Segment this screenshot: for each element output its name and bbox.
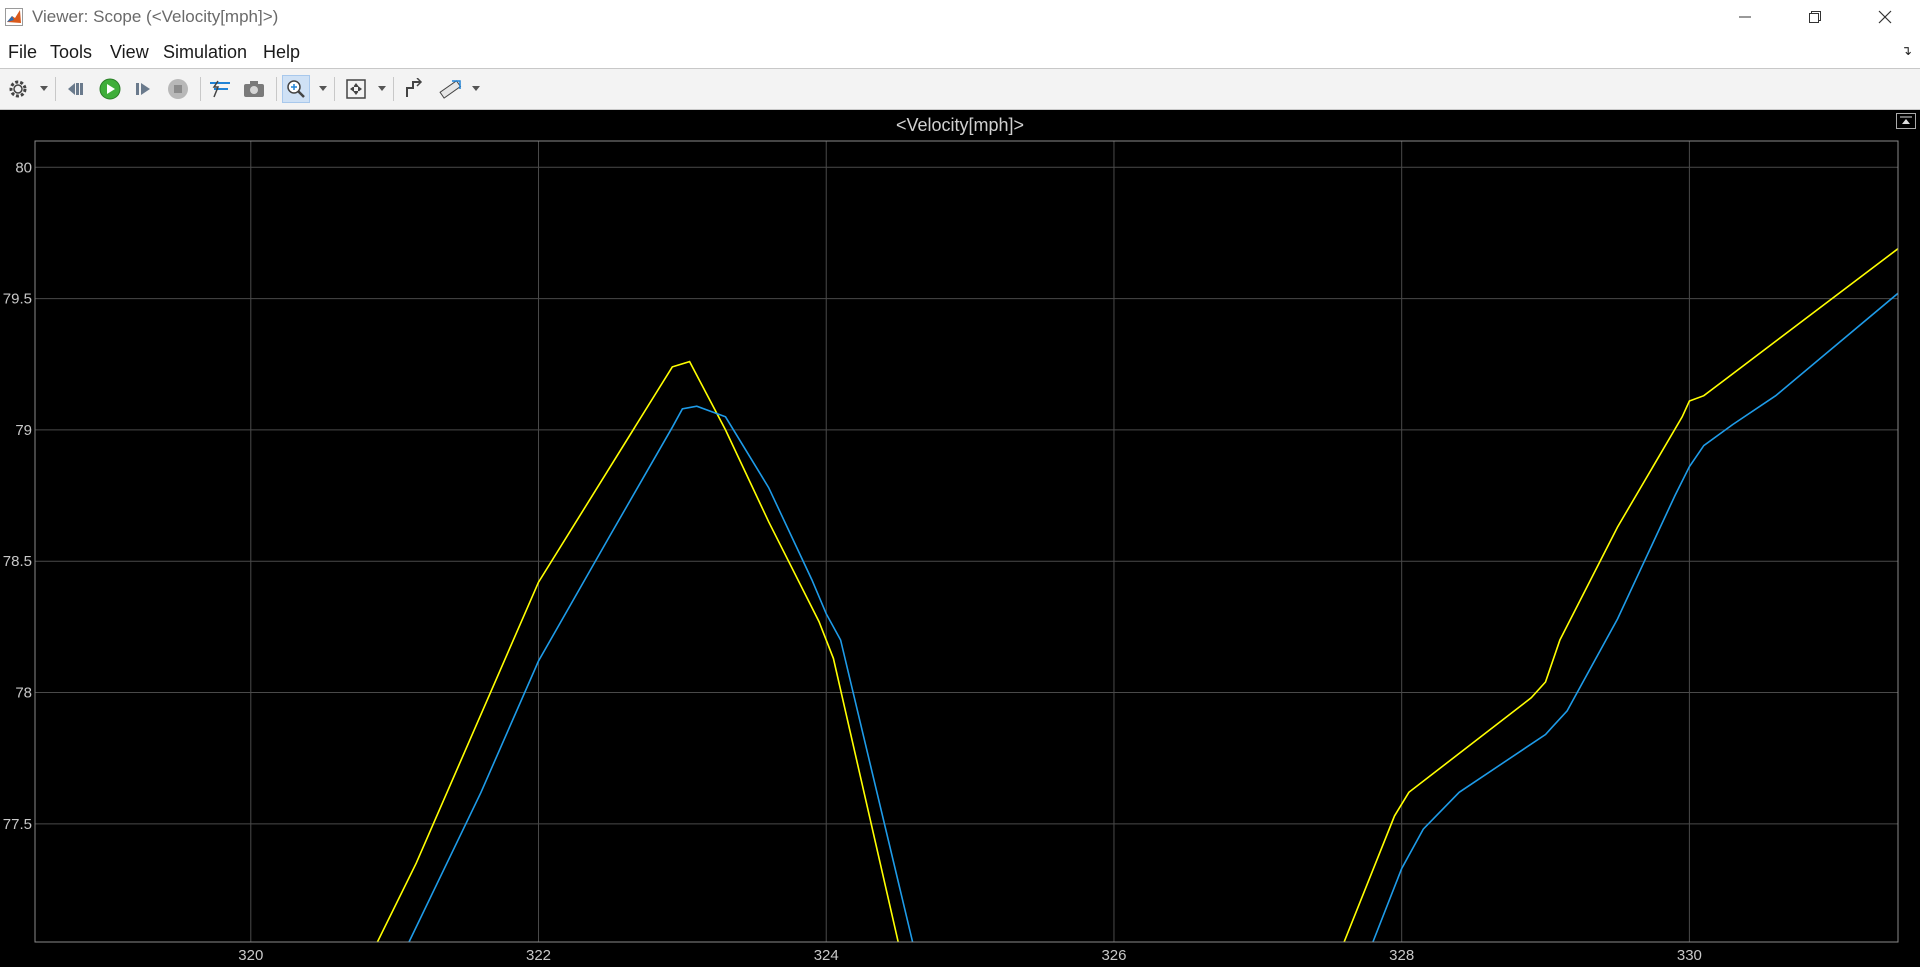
y-tick-label: 80: [15, 159, 32, 176]
y-tick-label: 78: [15, 685, 32, 702]
autoscale-button[interactable]: [342, 75, 370, 103]
settings-button[interactable]: [4, 75, 32, 103]
matlab-logo-icon: [5, 8, 23, 26]
step-back-icon: [68, 83, 83, 95]
y-tick-label: 77.5: [3, 816, 32, 833]
x-tick-label: 320: [238, 947, 263, 964]
measure-dropdown[interactable]: [472, 86, 480, 91]
scope-display: <Velocity[mph]> 320 322 324 326 328 330 77.5 78…: [0, 110, 1920, 967]
window-title: Viewer: Scope (<Velocity[mph]>): [32, 7, 279, 26]
minimize-button[interactable]: [1710, 0, 1780, 34]
step-forward-button[interactable]: [130, 75, 158, 103]
toolbar: [0, 68, 1920, 110]
title-bar: Viewer: Scope (<Velocity[mph]>): [0, 0, 1920, 34]
settings-icon: [9, 80, 27, 98]
axes-frame: [34, 140, 1899, 943]
grid-lines: [35, 141, 1898, 942]
snapshot-button[interactable]: [240, 75, 268, 103]
y-tick-label: 79.5: [3, 291, 32, 308]
step-forward-icon: [136, 83, 150, 95]
x-tick-label: 326: [1101, 947, 1126, 964]
menu-bar: File Tools View Simulation Help ↴: [0, 34, 1920, 68]
restore-button[interactable]: [1780, 0, 1850, 34]
zoom-button[interactable]: [282, 75, 310, 103]
x-tick-label: 324: [814, 947, 839, 964]
zoom-dropdown[interactable]: [319, 86, 327, 91]
x-tick-label: 322: [526, 947, 551, 964]
x-tick-label: 330: [1677, 947, 1702, 964]
measure-icon: [439, 80, 462, 99]
menu-help[interactable]: Help: [263, 42, 300, 63]
plot-series: [376, 248, 1898, 942]
close-icon: [1878, 10, 1892, 24]
toolbar-separator: [200, 77, 201, 101]
toolbar-separator: [334, 77, 335, 101]
menu-file[interactable]: File: [8, 42, 37, 63]
toolbar-separator: [276, 77, 277, 101]
measure-button[interactable]: [436, 75, 464, 103]
minimize-icon: [1739, 16, 1751, 18]
x-tick-label: 328: [1389, 947, 1414, 964]
menu-simulation[interactable]: Simulation: [163, 42, 247, 63]
stop-button[interactable]: [164, 75, 192, 103]
y-tick-label: 79: [15, 422, 32, 439]
style-button[interactable]: [400, 75, 428, 103]
series-line-yellow: [376, 248, 1898, 942]
run-icon: [99, 78, 121, 100]
run-button[interactable]: [96, 75, 124, 103]
autoscale-dropdown[interactable]: [378, 86, 386, 91]
autoscale-icon: [346, 79, 366, 99]
stop-icon: [168, 79, 188, 99]
series-line-blue: [408, 292, 1898, 942]
menu-tools[interactable]: Tools: [50, 42, 92, 63]
y-tick-label: 78.5: [3, 553, 32, 570]
highlight-icon: [210, 80, 230, 98]
zoom-in-icon: [287, 80, 305, 98]
toolbar-separator: [393, 77, 394, 101]
undock-icon[interactable]: ↴: [1901, 43, 1912, 59]
style-icon: [406, 78, 423, 97]
close-button[interactable]: [1850, 0, 1920, 34]
settings-dropdown[interactable]: [40, 86, 48, 91]
step-back-button[interactable]: [62, 75, 90, 103]
velocity-plot[interactable]: 320 322 324 326 328 330 77.5 78 78.5 79 79.5 80: [0, 110, 1920, 967]
restore-icon: [1809, 11, 1821, 23]
highlight-button[interactable]: [206, 75, 234, 103]
camera-icon: [244, 81, 264, 97]
menu-view[interactable]: View: [110, 42, 149, 63]
toolbar-separator: [55, 77, 56, 101]
